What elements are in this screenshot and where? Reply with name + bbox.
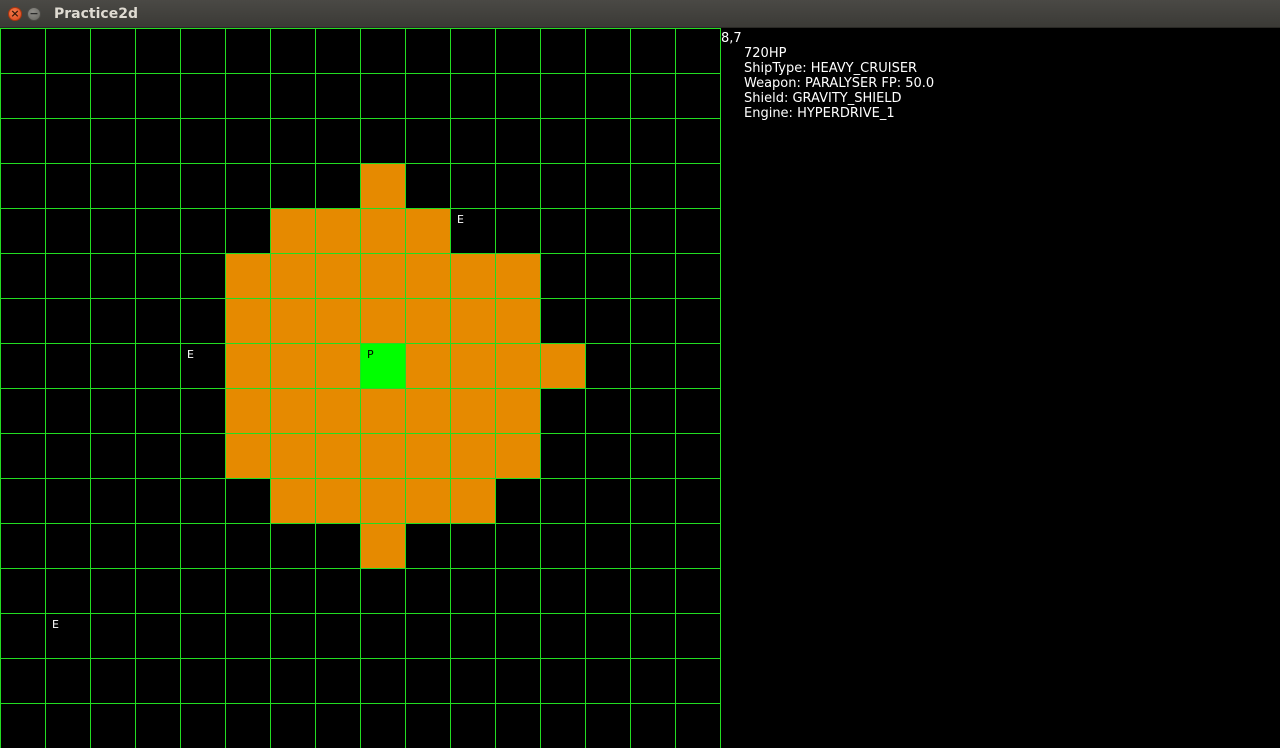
range-cell[interactable] bbox=[315, 253, 360, 298]
range-cell[interactable] bbox=[405, 478, 450, 523]
range-cell[interactable] bbox=[270, 208, 315, 253]
range-cell[interactable] bbox=[450, 478, 495, 523]
range-cell[interactable] bbox=[360, 523, 405, 568]
range-cell[interactable] bbox=[315, 433, 360, 478]
range-cell[interactable] bbox=[360, 298, 405, 343]
range-cell[interactable] bbox=[405, 388, 450, 433]
range-cell[interactable] bbox=[450, 433, 495, 478]
ship-stats: 720HP ShipType: HEAVY_CRUISER Weapon: PA… bbox=[744, 46, 934, 121]
range-cell[interactable] bbox=[270, 478, 315, 523]
range-cell[interactable] bbox=[225, 388, 270, 433]
hp-text: 720HP bbox=[744, 46, 787, 61]
range-cell[interactable] bbox=[495, 253, 540, 298]
minimize-button[interactable]: − bbox=[27, 7, 41, 21]
game-canvas[interactable]: P E E E 8,7 720HP ShipType: HEAVY_CRUISER W… bbox=[0, 28, 1280, 748]
range-cell[interactable] bbox=[315, 388, 360, 433]
range-cell[interactable] bbox=[270, 433, 315, 478]
range-cell[interactable] bbox=[225, 343, 270, 388]
window-title: Practice2d bbox=[54, 6, 138, 22]
enemy-marker: E bbox=[457, 213, 464, 226]
range-cell[interactable] bbox=[495, 343, 540, 388]
range-cell[interactable] bbox=[450, 253, 495, 298]
enemy-marker: E bbox=[52, 618, 59, 631]
range-cell[interactable] bbox=[315, 298, 360, 343]
range-cell[interactable] bbox=[225, 253, 270, 298]
cursor-coordinates: 8,7 bbox=[721, 31, 742, 46]
range-cell[interactable] bbox=[360, 388, 405, 433]
range-cell[interactable] bbox=[315, 208, 360, 253]
range-cell[interactable] bbox=[405, 433, 450, 478]
range-cell[interactable] bbox=[225, 298, 270, 343]
range-cell[interactable] bbox=[360, 478, 405, 523]
range-cell[interactable] bbox=[495, 388, 540, 433]
range-cell[interactable] bbox=[360, 163, 405, 208]
range-cell[interactable] bbox=[495, 433, 540, 478]
engine-text: Engine: HYPERDRIVE_1 bbox=[744, 106, 895, 121]
range-cell[interactable] bbox=[405, 253, 450, 298]
range-cell[interactable] bbox=[225, 433, 270, 478]
game-grid[interactable]: P E E E bbox=[0, 28, 721, 748]
range-cell[interactable] bbox=[270, 388, 315, 433]
info-panel: 8,7 720HP ShipType: HEAVY_CRUISER Weapon… bbox=[720, 28, 1280, 748]
range-cell[interactable] bbox=[540, 343, 585, 388]
player-marker: P bbox=[367, 348, 374, 361]
range-cell[interactable] bbox=[315, 478, 360, 523]
window-titlebar[interactable]: × − Practice2d bbox=[0, 0, 1280, 28]
range-cell[interactable] bbox=[270, 343, 315, 388]
range-cell[interactable] bbox=[450, 298, 495, 343]
range-cell[interactable] bbox=[405, 343, 450, 388]
range-cell[interactable] bbox=[495, 298, 540, 343]
range-cell[interactable] bbox=[270, 253, 315, 298]
close-icon: × bbox=[10, 7, 20, 20]
close-button[interactable]: × bbox=[8, 7, 22, 21]
range-cell[interactable] bbox=[360, 208, 405, 253]
enemy-marker: E bbox=[187, 348, 194, 361]
shield-text: Shield: GRAVITY_SHIELD bbox=[744, 91, 902, 106]
range-cell[interactable] bbox=[270, 298, 315, 343]
range-cell[interactable] bbox=[315, 343, 360, 388]
ship-type-text: ShipType: HEAVY_CRUISER bbox=[744, 61, 918, 76]
range-cell[interactable] bbox=[405, 298, 450, 343]
range-cell[interactable] bbox=[450, 388, 495, 433]
range-cell[interactable] bbox=[450, 343, 495, 388]
weapon-text: Weapon: PARALYSER FP: 50.0 bbox=[744, 76, 935, 91]
range-cell[interactable] bbox=[360, 253, 405, 298]
range-cell[interactable] bbox=[360, 433, 405, 478]
minimize-icon: − bbox=[29, 7, 39, 20]
range-cell[interactable] bbox=[405, 208, 450, 253]
